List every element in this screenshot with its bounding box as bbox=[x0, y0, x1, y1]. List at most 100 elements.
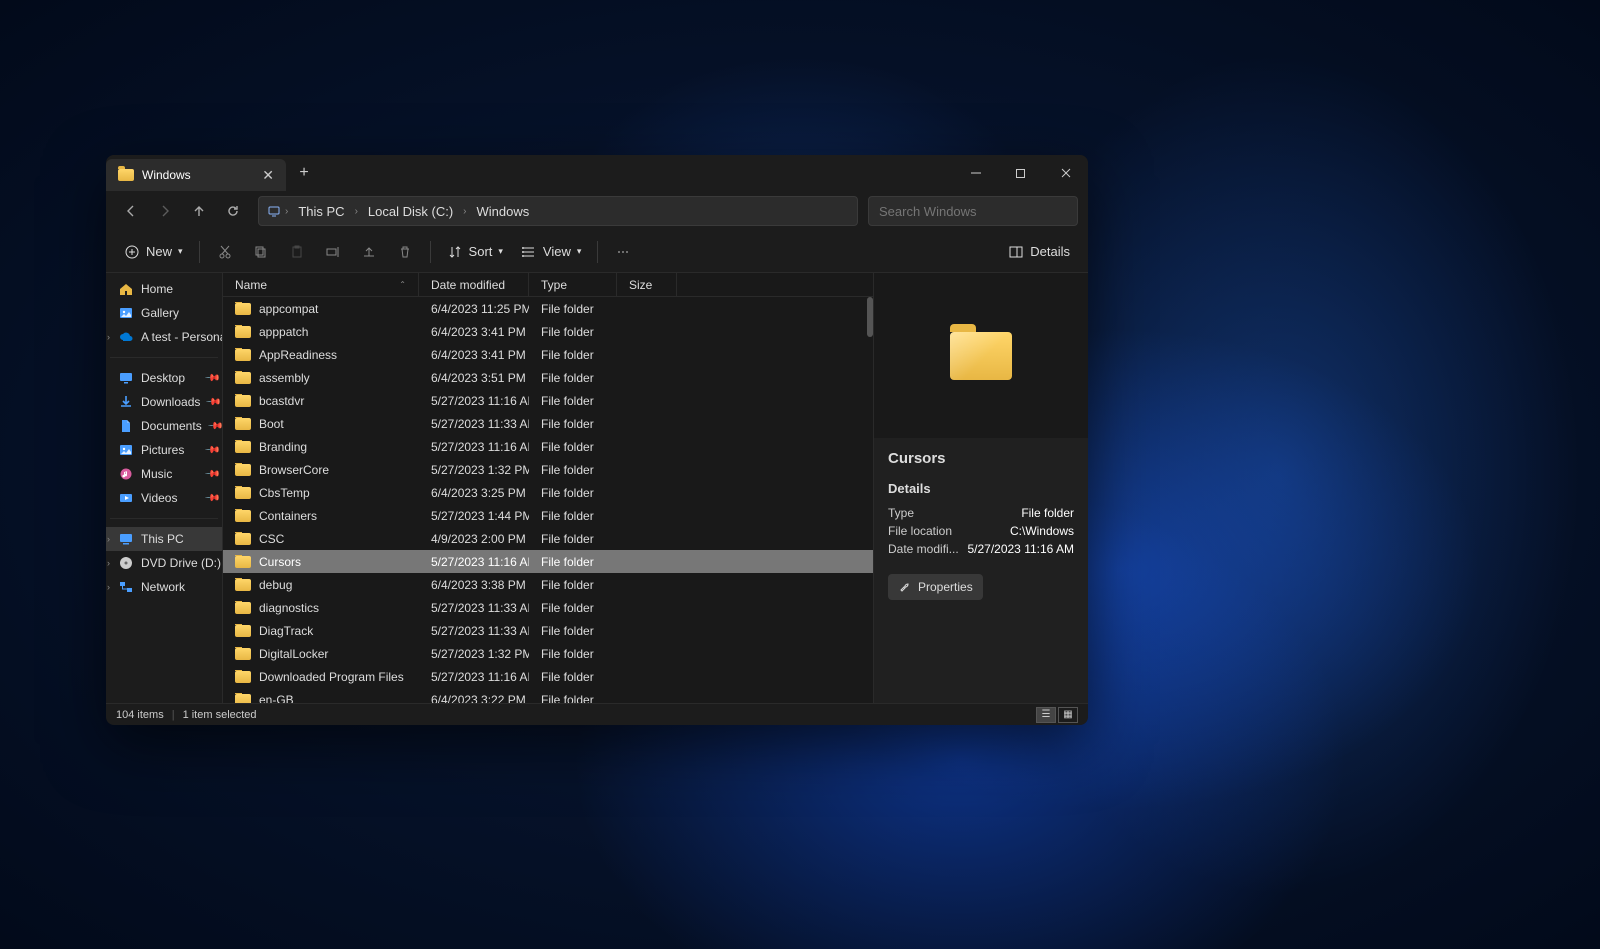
file-row[interactable]: diagnostics5/27/2023 11:33 AMFile folder bbox=[223, 596, 873, 619]
sidebar-item-this-pc[interactable]: ›This PC bbox=[106, 527, 222, 551]
new-tab-button[interactable]: + bbox=[286, 155, 322, 191]
file-row[interactable]: en-GB6/4/2023 3:22 PMFile folder bbox=[223, 688, 873, 703]
file-row[interactable]: apppatch6/4/2023 3:41 PMFile folder bbox=[223, 320, 873, 343]
file-type: File folder bbox=[529, 394, 617, 408]
file-type: File folder bbox=[529, 624, 617, 638]
sidebar-item-gallery[interactable]: Gallery bbox=[106, 301, 222, 325]
breadcrumb-part[interactable]: Windows bbox=[471, 202, 536, 221]
column-header-type[interactable]: Type bbox=[529, 273, 617, 296]
sidebar-item-videos[interactable]: Videos📌 bbox=[106, 486, 222, 510]
sort-button[interactable]: Sort▾ bbox=[439, 237, 511, 267]
paste-button[interactable] bbox=[280, 237, 314, 267]
file-row[interactable]: DigitalLocker5/27/2023 1:32 PMFile folde… bbox=[223, 642, 873, 665]
music-icon bbox=[118, 466, 134, 482]
details-title: Cursors bbox=[888, 450, 1074, 467]
sidebar-item-desktop[interactable]: Desktop📌 bbox=[106, 366, 222, 390]
refresh-button[interactable] bbox=[218, 196, 248, 226]
file-row[interactable]: Downloaded Program Files5/27/2023 11:16 … bbox=[223, 665, 873, 688]
sidebar-item-network[interactable]: ›Network bbox=[106, 575, 222, 599]
file-row[interactable]: Cursors5/27/2023 11:16 AMFile folder bbox=[223, 550, 873, 573]
up-button[interactable] bbox=[184, 196, 214, 226]
gallery-icon bbox=[118, 305, 134, 321]
sidebar-item-label: Documents bbox=[141, 419, 202, 433]
file-row[interactable]: appcompat6/4/2023 11:25 PMFile folder bbox=[223, 297, 873, 320]
properties-button[interactable]: Properties bbox=[888, 574, 983, 600]
copy-button[interactable] bbox=[244, 237, 278, 267]
close-window-button[interactable] bbox=[1043, 155, 1088, 191]
file-row[interactable]: Branding5/27/2023 11:16 AMFile folder bbox=[223, 435, 873, 458]
details-toggle-button[interactable]: Details bbox=[1000, 237, 1078, 267]
folder-icon bbox=[235, 671, 251, 683]
file-date: 5/27/2023 1:32 PM bbox=[419, 463, 529, 477]
search-input[interactable] bbox=[868, 196, 1078, 226]
chevron-right-icon: › bbox=[463, 206, 466, 217]
scrollbar-thumb[interactable] bbox=[867, 297, 873, 337]
breadcrumb-part[interactable]: Local Disk (C:) bbox=[362, 202, 459, 221]
desktop-icon bbox=[118, 370, 134, 386]
delete-button[interactable] bbox=[388, 237, 422, 267]
forward-button[interactable] bbox=[150, 196, 180, 226]
details-subtitle: Details bbox=[888, 481, 1074, 496]
column-header-date-modified[interactable]: Date modified bbox=[419, 273, 529, 296]
file-row[interactable]: BrowserCore5/27/2023 1:32 PMFile folder bbox=[223, 458, 873, 481]
file-row[interactable]: Containers5/27/2023 1:44 PMFile folder bbox=[223, 504, 873, 527]
file-row[interactable]: Boot5/27/2023 11:33 AMFile folder bbox=[223, 412, 873, 435]
folder-icon bbox=[235, 395, 251, 407]
file-name: DigitalLocker bbox=[259, 647, 328, 661]
breadcrumb-part[interactable]: This PC bbox=[292, 202, 350, 221]
file-name: en-GB bbox=[259, 693, 294, 704]
new-button[interactable]: New▾ bbox=[116, 237, 191, 267]
maximize-button[interactable] bbox=[998, 155, 1043, 191]
pin-icon: 📌 bbox=[203, 466, 220, 483]
sidebar-item-a-test-personal[interactable]: ›A test - Personal bbox=[106, 325, 222, 349]
share-button[interactable] bbox=[352, 237, 386, 267]
rename-button[interactable] bbox=[316, 237, 350, 267]
sidebar-item-dvd-drive-d-ccc[interactable]: ›DVD Drive (D:) CCC bbox=[106, 551, 222, 575]
file-date: 5/27/2023 11:16 AM bbox=[419, 394, 529, 408]
minimize-button[interactable] bbox=[953, 155, 998, 191]
details-view-toggle[interactable]: ☰ bbox=[1036, 707, 1056, 723]
folder-icon bbox=[235, 579, 251, 591]
file-row[interactable]: bcastdvr5/27/2023 11:16 AMFile folder bbox=[223, 389, 873, 412]
thumbnails-view-toggle[interactable]: ▦ bbox=[1058, 707, 1078, 723]
tab-title: Windows bbox=[142, 168, 191, 182]
back-button[interactable] bbox=[116, 196, 146, 226]
chevron-down-icon: ▾ bbox=[577, 246, 582, 257]
file-date: 6/4/2023 3:38 PM bbox=[419, 578, 529, 592]
file-row[interactable]: debug6/4/2023 3:38 PMFile folder bbox=[223, 573, 873, 596]
file-row[interactable]: assembly6/4/2023 3:51 PMFile folder bbox=[223, 366, 873, 389]
view-button[interactable]: View▾ bbox=[513, 237, 589, 267]
file-row[interactable]: CbsTemp6/4/2023 3:25 PMFile folder bbox=[223, 481, 873, 504]
sidebar-item-home[interactable]: Home bbox=[106, 277, 222, 301]
sidebar-item-documents[interactable]: Documents 📌 bbox=[106, 414, 222, 438]
sidebar-item-music[interactable]: Music📌 bbox=[106, 462, 222, 486]
column-header-name[interactable]: Name⌃ bbox=[223, 273, 419, 296]
cut-button[interactable] bbox=[208, 237, 242, 267]
pin-icon: 📌 bbox=[207, 418, 223, 435]
details-row: TypeFile folder bbox=[888, 506, 1074, 520]
documents-icon bbox=[118, 418, 134, 434]
file-name: CSC bbox=[259, 532, 284, 546]
file-type: File folder bbox=[529, 463, 617, 477]
file-name: Boot bbox=[259, 417, 284, 431]
chevron-right-icon: › bbox=[107, 332, 110, 342]
sidebar-item-label: Home bbox=[141, 282, 173, 296]
pc-icon bbox=[118, 531, 134, 547]
file-name: apppatch bbox=[259, 325, 308, 339]
address-bar[interactable]: › This PC › Local Disk (C:) › Windows bbox=[258, 196, 858, 226]
file-row[interactable]: CSC4/9/2023 2:00 PMFile folder bbox=[223, 527, 873, 550]
sidebar-item-pictures[interactable]: Pictures📌 bbox=[106, 438, 222, 462]
sidebar-item-label: Pictures bbox=[141, 443, 184, 457]
close-tab-button[interactable]: ✕ bbox=[262, 167, 274, 184]
file-type: File folder bbox=[529, 325, 617, 339]
chevron-right-icon: › bbox=[107, 558, 110, 568]
sidebar-item-label: This PC bbox=[141, 532, 184, 546]
file-name: assembly bbox=[259, 371, 310, 385]
details-row: File locationC:\Windows bbox=[888, 524, 1074, 538]
file-row[interactable]: AppReadiness6/4/2023 3:41 PMFile folder bbox=[223, 343, 873, 366]
sidebar-item-downloads[interactable]: Downloads📌 bbox=[106, 390, 222, 414]
file-row[interactable]: DiagTrack5/27/2023 11:33 AMFile folder bbox=[223, 619, 873, 642]
more-button[interactable] bbox=[606, 237, 640, 267]
column-header-size[interactable]: Size bbox=[617, 273, 677, 296]
tab-active[interactable]: Windows ✕ bbox=[106, 159, 286, 191]
